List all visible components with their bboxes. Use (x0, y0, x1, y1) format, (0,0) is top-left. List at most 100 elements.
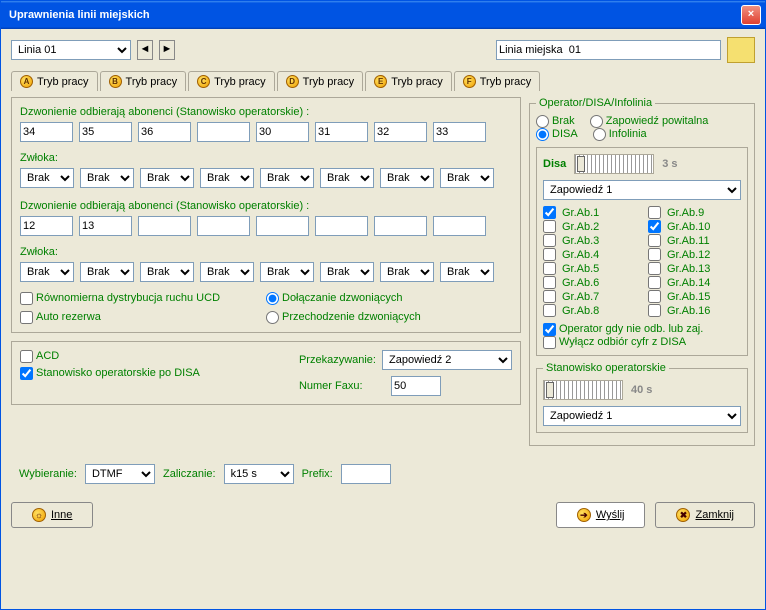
ab-2-8[interactable] (433, 216, 486, 236)
radio-disa[interactable]: DISA (536, 128, 578, 140)
chk-grab-16[interactable]: Gr.Ab.16 (648, 304, 741, 317)
inne-button[interactable]: ☼Inne (11, 502, 93, 528)
chk-grab-8[interactable]: Gr.Ab.8 (543, 304, 636, 317)
ab-1-3[interactable] (138, 122, 191, 142)
chk-grab-11[interactable]: Gr.Ab.11 (648, 234, 741, 247)
notes-icon[interactable] (727, 37, 755, 63)
ab-1-2[interactable] (79, 122, 132, 142)
wybieranie-label: Wybieranie: (19, 468, 77, 480)
zw-2-1[interactable]: Brak (20, 262, 74, 282)
ab-1-8[interactable] (433, 122, 486, 142)
chk-grab-15[interactable]: Gr.Ab.15 (648, 290, 741, 303)
chk-grab-12[interactable]: Gr.Ab.12 (648, 248, 741, 261)
zw-1-3[interactable]: Brak (140, 168, 194, 188)
chk-grab-13[interactable]: Gr.Ab.13 (648, 262, 741, 275)
disa-subgroup: Disa 3 s Zapowiedź 1 Gr.Ab.1 Gr.Ab.9 Gr.… (536, 147, 748, 356)
stanowisko-select[interactable]: Zapowiedź 1 (543, 406, 741, 426)
zw-1-7[interactable]: Brak (380, 168, 434, 188)
chk-grab-9[interactable]: Gr.Ab.9 (648, 206, 741, 219)
tab-d[interactable]: DTryb pracy (277, 71, 364, 91)
abonenci-row-1 (20, 122, 512, 142)
wyslij-button[interactable]: ➔Wyślij (556, 502, 646, 528)
ab-2-5[interactable] (256, 216, 309, 236)
chk-acd[interactable]: ACD (20, 350, 59, 362)
chk-stanowisko-po-disa[interactable]: Stanowisko operatorskie po DISA (20, 367, 200, 379)
prefix-field[interactable] (341, 464, 391, 484)
tab-f[interactable]: FTryb pracy (454, 71, 541, 91)
zaliczanie-select[interactable]: k15 s (224, 464, 294, 484)
zw-1-1[interactable]: Brak (20, 168, 74, 188)
zw-2-5[interactable]: Brak (260, 262, 314, 282)
section2-label: Dzwonienie odbierają abonenci (Stanowisk… (20, 200, 512, 212)
zw-2-8[interactable]: Brak (440, 262, 494, 282)
tab-b[interactable]: BTryb pracy (100, 71, 187, 91)
zw-1-4[interactable]: Brak (200, 168, 254, 188)
ab-1-4[interactable] (197, 122, 250, 142)
zw-1-6[interactable]: Brak (320, 168, 374, 188)
operator-disa-group: Operator/DISA/Infolinia Brak Zapowiedź p… (529, 97, 755, 446)
ab-2-4[interactable] (197, 216, 250, 236)
ab-2-3[interactable] (138, 216, 191, 236)
chk-grab-2[interactable]: Gr.Ab.2 (543, 220, 636, 233)
disa-zapowiedz-select[interactable]: Zapowiedź 1 (543, 180, 741, 200)
radio-infolinia[interactable]: Infolinia (593, 128, 647, 140)
inne-icon: ☼ (32, 508, 46, 522)
tab-a[interactable]: ATryb pracy (11, 71, 98, 91)
ab-2-7[interactable] (374, 216, 427, 236)
chk-ucd[interactable]: Równomierna dystrybucja ruchu UCD (20, 292, 220, 304)
tab-c[interactable]: CTryb pracy (188, 71, 275, 91)
zamknij-button[interactable]: ✖Zamknij (655, 502, 755, 528)
zw-2-4[interactable]: Brak (200, 262, 254, 282)
chk-grab-7[interactable]: Gr.Ab.7 (543, 290, 636, 303)
radio-zapowiedz[interactable]: Zapowiedź powitalna (590, 115, 709, 127)
disa-time: 3 s (662, 158, 677, 170)
zw-1-8[interactable]: Brak (440, 168, 494, 188)
send-icon: ➔ (577, 508, 591, 522)
zwloka2-label: Zwłoka: (20, 246, 512, 258)
radio-dolaczanie[interactable]: Dołączanie dzwoniących (266, 292, 402, 304)
chk-grab-4[interactable]: Gr.Ab.4 (543, 248, 636, 261)
zw-2-3[interactable]: Brak (140, 262, 194, 282)
next-line-button[interactable]: ► (159, 40, 175, 60)
ab-2-6[interactable] (315, 216, 368, 236)
section1-label: Dzwonienie odbierają abonenci (Stanowisk… (20, 106, 512, 118)
zwloka-row-1: Brak Brak Brak Brak Brak Brak Brak Brak (20, 168, 512, 188)
chk-grab-14[interactable]: Gr.Ab.14 (648, 276, 741, 289)
zw-2-7[interactable]: Brak (380, 262, 434, 282)
line-select[interactable]: Linia 01 (11, 40, 131, 60)
radio-przechodzenie[interactable]: Przechodzenie dzwoniących (266, 311, 421, 323)
fax-field[interactable] (391, 376, 441, 396)
ab-1-7[interactable] (374, 122, 427, 142)
window-title: Uprawnienia linii miejskich (9, 9, 150, 21)
zw-2-6[interactable]: Brak (320, 262, 374, 282)
chk-grab-5[interactable]: Gr.Ab.5 (543, 262, 636, 275)
ab-2-2[interactable] (79, 216, 132, 236)
chk-auto-rezerwa[interactable]: Auto rezerwa (20, 311, 101, 323)
grab-grid: Gr.Ab.1 Gr.Ab.9 Gr.Ab.2 Gr.Ab.10 Gr.Ab.3… (543, 206, 741, 317)
zaliczanie-label: Zaliczanie: (163, 468, 216, 480)
tab-e[interactable]: ETryb pracy (365, 71, 452, 91)
prefix-label: Prefix: (302, 468, 333, 480)
radio-brak[interactable]: Brak (536, 115, 575, 127)
przekaz-select[interactable]: Zapowiedź 2 (382, 350, 512, 370)
zw-1-2[interactable]: Brak (80, 168, 134, 188)
prev-line-button[interactable]: ◄ (137, 40, 153, 60)
chk-grab-1[interactable]: Gr.Ab.1 (543, 206, 636, 219)
wybieranie-select[interactable]: DTMF (85, 464, 155, 484)
chk-operator-gdy[interactable]: Operator gdy nie odb. lub zaj. (543, 323, 703, 335)
chk-grab-10[interactable]: Gr.Ab.10 (648, 220, 741, 233)
zw-2-2[interactable]: Brak (80, 262, 134, 282)
zw-1-5[interactable]: Brak (260, 168, 314, 188)
close-icon[interactable]: × (741, 5, 761, 25)
line-name-field[interactable] (496, 40, 721, 60)
chk-grab-6[interactable]: Gr.Ab.6 (543, 276, 636, 289)
stanowisko-slider[interactable] (543, 380, 623, 400)
ab-2-1[interactable] (20, 216, 73, 236)
chk-wylacz-cyfry[interactable]: Wyłącz odbiór cyfr z DISA (543, 336, 686, 348)
ab-1-5[interactable] (256, 122, 309, 142)
ab-1-6[interactable] (315, 122, 368, 142)
chk-grab-3[interactable]: Gr.Ab.3 (543, 234, 636, 247)
zwloka-row-2: Brak Brak Brak Brak Brak Brak Brak Brak (20, 262, 512, 282)
ab-1-1[interactable] (20, 122, 73, 142)
disa-slider[interactable] (574, 154, 654, 174)
